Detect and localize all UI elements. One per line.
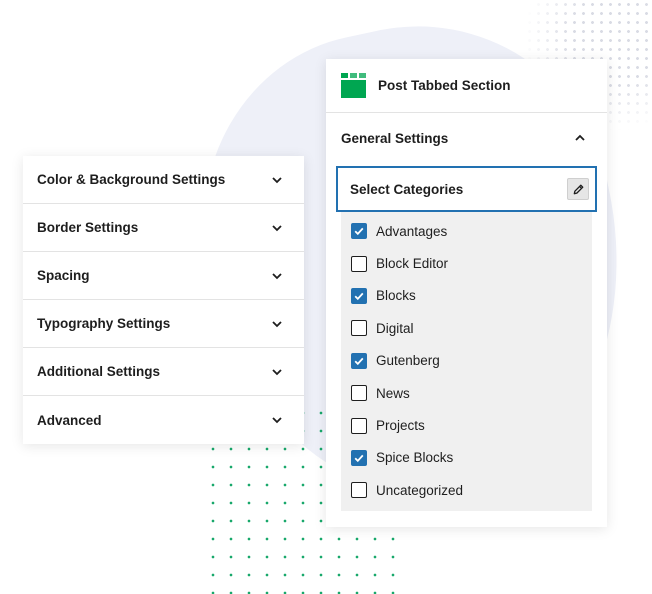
category-label: Uncategorized <box>376 482 464 498</box>
category-label: Block Editor <box>376 256 449 272</box>
category-checkbox[interactable] <box>351 223 367 240</box>
category-item[interactable]: Projects <box>341 409 592 441</box>
panel-advanced[interactable]: Advanced <box>23 396 304 444</box>
pencil-icon <box>573 184 583 194</box>
select-categories-label: Select Categories <box>350 181 464 197</box>
checkmark-icon <box>354 357 364 365</box>
panel-label: Color & Background Settings <box>37 172 226 187</box>
panel-typography-settings[interactable]: Typography Settings <box>23 300 304 348</box>
edit-button[interactable] <box>567 178 589 200</box>
chevron-down-icon[interactable] <box>270 317 284 331</box>
block-inspector-panel: Post Tabbed Section General Settings Sel… <box>326 59 607 527</box>
category-item[interactable]: Blocks <box>341 280 592 312</box>
category-checkbox[interactable] <box>351 385 367 402</box>
panel-label: Advanced <box>37 412 102 428</box>
category-checkbox-list: Advantages Block Editor Blocks Digital Guten… <box>341 212 592 511</box>
chevron-up-icon[interactable] <box>573 131 587 145</box>
category-item[interactable]: Spice Blocks <box>341 442 592 474</box>
section-title: General Settings <box>341 130 449 146</box>
checkmark-icon <box>354 227 364 236</box>
category-checkbox[interactable] <box>351 417 367 434</box>
category-label: News <box>376 385 410 401</box>
category-item[interactable]: News <box>341 377 592 409</box>
panel-additional-settings[interactable]: Additional Settings <box>23 348 304 396</box>
category-label: Blocks <box>376 288 416 304</box>
panel-label: Additional Settings <box>37 364 160 379</box>
category-label: Gutenberg <box>376 353 440 369</box>
chevron-down-icon[interactable] <box>270 413 284 427</box>
category-checkbox[interactable] <box>351 255 367 272</box>
tabbed-section-icon <box>341 73 366 98</box>
block-title: Post Tabbed Section <box>378 78 511 93</box>
category-label: Projects <box>376 418 425 434</box>
panel-label: Spacing <box>37 268 90 283</box>
category-label: Spice Blocks <box>376 450 454 466</box>
category-checkbox[interactable] <box>351 320 367 337</box>
category-checkbox[interactable] <box>351 449 367 466</box>
panel-label: Border Settings <box>37 220 139 235</box>
category-checkbox[interactable] <box>351 352 367 369</box>
category-item[interactable]: Block Editor <box>341 247 592 279</box>
category-item[interactable]: Gutenberg <box>341 345 592 377</box>
chevron-down-icon[interactable] <box>270 221 284 235</box>
panel-color-background-settings[interactable]: Color & Background Settings <box>23 156 304 204</box>
panel-border-settings[interactable]: Border Settings <box>23 204 304 252</box>
chevron-down-icon[interactable] <box>270 269 284 283</box>
category-checkbox[interactable] <box>351 287 367 304</box>
chevron-down-icon[interactable] <box>270 173 284 187</box>
category-label: Advantages <box>376 223 448 239</box>
chevron-down-icon[interactable] <box>270 365 284 379</box>
category-item[interactable]: Uncategorized <box>341 474 592 506</box>
category-label: Digital <box>376 320 414 336</box>
category-item[interactable]: Digital <box>341 312 592 344</box>
category-item[interactable]: Advantages <box>341 215 592 247</box>
panel-spacing[interactable]: Spacing <box>23 252 304 300</box>
block-header: Post Tabbed Section <box>326 59 607 113</box>
general-settings-toggle[interactable]: General Settings <box>326 113 607 163</box>
panel-label: Typography Settings <box>37 316 171 331</box>
select-categories-field[interactable]: Select Categories <box>336 166 597 212</box>
checkmark-icon <box>354 454 364 463</box>
category-checkbox[interactable] <box>351 482 367 499</box>
settings-panel: Color & Background Settings Border Setti… <box>23 156 304 444</box>
checkmark-icon <box>354 292 364 301</box>
